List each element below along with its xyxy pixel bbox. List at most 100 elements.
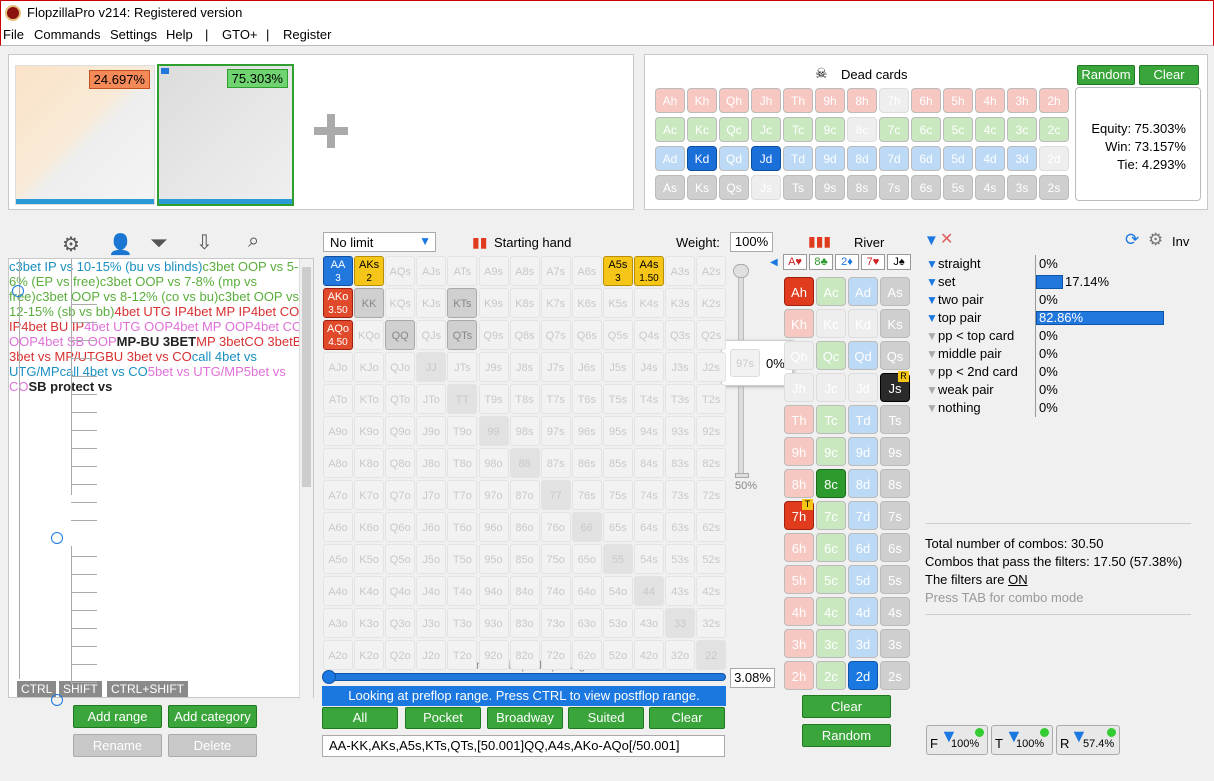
hand-cell-k6s[interactable]: K6s: [571, 288, 602, 318]
dead-card-jc[interactable]: Jc: [751, 117, 781, 142]
range-slider-handle[interactable]: [322, 670, 336, 684]
board-card-2[interactable]: 2♦: [835, 254, 859, 270]
dead-card-jd[interactable]: Jd: [751, 146, 781, 171]
tree-toggle-icon[interactable]: [12, 285, 24, 297]
hand-cell-q6o[interactable]: Q6o: [385, 512, 416, 542]
hand-cell-43o[interactable]: 43o: [634, 608, 664, 638]
tree-item[interactable]: c3bet IP vs 10-15% (bu vs blinds): [9, 259, 202, 274]
hand-cell-98s[interactable]: 98s: [509, 416, 540, 446]
hand-cell-64o[interactable]: 64o: [571, 576, 602, 606]
hand-cell-97o[interactable]: 97o: [478, 480, 509, 510]
hand-cell-q9o[interactable]: Q9o: [385, 416, 416, 446]
hand-cell-j6o[interactable]: J6o: [416, 512, 447, 542]
hand-cell-93s[interactable]: 93s: [665, 416, 696, 446]
hand-cell-74s[interactable]: 74s: [634, 480, 664, 510]
hand-cell-t3s[interactable]: T3s: [665, 384, 696, 414]
hand-cell-98o[interactable]: 98o: [478, 448, 509, 478]
dead-card-ks[interactable]: Ks: [687, 175, 717, 200]
hand-cell-85s[interactable]: 85s: [602, 448, 633, 478]
hand-cell-qq[interactable]: QQ: [385, 320, 416, 350]
board-select-card-ts[interactable]: Ts: [880, 405, 910, 434]
tree-item[interactable]: MP 3bet: [196, 334, 244, 349]
hand-cell-aqs[interactable]: AQs: [385, 256, 416, 286]
board-select-card-6h[interactable]: 6h: [784, 533, 814, 562]
hand-cell-k2s[interactable]: K2s: [696, 288, 727, 318]
hand-cell-k7s[interactable]: K7s: [540, 288, 571, 318]
select-broadway-button[interactable]: Broadway: [487, 707, 563, 729]
dead-card-6s[interactable]: 6s: [911, 175, 941, 200]
board-select-card-ah[interactable]: Ah: [784, 277, 814, 306]
board-select-card-9s[interactable]: 9s: [880, 437, 910, 466]
hand-cell-qto[interactable]: QTo: [385, 384, 416, 414]
hand-cell-ajs[interactable]: AJs: [416, 256, 447, 286]
hand-cell-95s[interactable]: 95s: [602, 416, 633, 446]
dead-card-9d[interactable]: 9d: [815, 146, 845, 171]
dead-card-9c[interactable]: 9c: [815, 117, 845, 142]
import-icon[interactable]: ⇩: [196, 230, 213, 255]
dead-card-8h[interactable]: 8h: [847, 88, 877, 113]
add-range-button[interactable]: Add range: [73, 705, 162, 728]
hand-cell-a5o[interactable]: A5o: [323, 544, 353, 574]
hand-cell-83s[interactable]: 83s: [665, 448, 696, 478]
hand-cell-kjs[interactable]: KJs: [416, 288, 447, 318]
hand-cell-83o[interactable]: 83o: [509, 608, 540, 638]
dead-card-ad[interactable]: Ad: [655, 146, 685, 171]
hand-cell-t9s[interactable]: T9s: [478, 384, 509, 414]
hand-cell-a9o[interactable]: A9o: [323, 416, 353, 446]
hand-cell-82o[interactable]: 82o: [509, 640, 540, 670]
hand-cell-q5s[interactable]: Q5s: [602, 320, 633, 350]
filter-icon[interactable]: ▼: [924, 232, 939, 249]
board-select-card-6s[interactable]: 6s: [880, 533, 910, 562]
board-random-button[interactable]: Random: [802, 724, 891, 747]
hand-cell-63s[interactable]: 63s: [665, 512, 696, 542]
dead-card-3d[interactable]: 3d: [1007, 146, 1037, 171]
board-select-card-qh[interactable]: Qh: [784, 341, 814, 370]
hand-filter-icon[interactable]: ▼: [926, 347, 938, 361]
hand-category-name[interactable]: straight: [938, 256, 981, 271]
rename-button[interactable]: Rename: [73, 734, 162, 757]
board-select-card-3c[interactable]: 3c: [816, 629, 846, 658]
board-select-card-9c[interactable]: 9c: [816, 437, 846, 466]
hand-cell-kts[interactable]: KTs: [447, 288, 478, 318]
dead-card-qh[interactable]: Qh: [719, 88, 749, 113]
hand-cell-74o[interactable]: 74o: [540, 576, 571, 606]
hand-cell-t2o[interactable]: T2o: [447, 640, 478, 670]
hand-cell-86s[interactable]: 86s: [571, 448, 602, 478]
dead-card-2c[interactable]: 2c: [1039, 117, 1069, 142]
board-select-card-as[interactable]: As: [880, 277, 910, 306]
tree-item[interactable]: 4bet MP IP: [187, 304, 251, 319]
dead-card-5d[interactable]: 5d: [943, 146, 973, 171]
hand-cell-k5o[interactable]: K5o: [354, 544, 385, 574]
hand-cell-j9o[interactable]: J9o: [416, 416, 447, 446]
select-all-button[interactable]: All: [322, 707, 398, 729]
hand-cell-a5s[interactable]: A5s 3: [602, 256, 633, 286]
delete-button[interactable]: Delete: [168, 734, 257, 757]
tree-item[interactable]: 4bet SB OOP: [38, 334, 117, 349]
hand-cell-kqo[interactable]: KQo: [354, 320, 385, 350]
board-select-card-4h[interactable]: 4h: [784, 597, 814, 626]
tree-toggle-icon[interactable]: [51, 532, 63, 544]
board-select-card-8h[interactable]: 8h: [784, 469, 814, 498]
dead-card-as[interactable]: As: [655, 175, 685, 200]
hand-cell-a6s[interactable]: A6s: [571, 256, 602, 286]
hand-cell-j7o[interactable]: J7o: [416, 480, 447, 510]
hand-category-name[interactable]: middle pair: [938, 346, 1002, 361]
hand-cell-72o[interactable]: 72o: [540, 640, 571, 670]
board-select-card-6d[interactable]: 6d: [848, 533, 878, 562]
hand-cell-65o[interactable]: 65o: [571, 544, 602, 574]
hand-cell-t5s[interactable]: T5s: [602, 384, 633, 414]
hand-cell-k4o[interactable]: K4o: [354, 576, 385, 606]
dead-card-ac[interactable]: Ac: [655, 117, 685, 142]
board-select-card-ad[interactable]: Ad: [848, 277, 878, 306]
board-select-card-3d[interactable]: 3d: [848, 629, 878, 658]
menu-gto[interactable]: GTO+: [222, 27, 258, 42]
hand-cell-42s[interactable]: 42s: [696, 576, 727, 606]
dead-card-kc[interactable]: Kc: [687, 117, 717, 142]
hand-cell-j5s[interactable]: J5s: [602, 352, 633, 382]
board-select-card-5c[interactable]: 5c: [816, 565, 846, 594]
hand-cell-kjo[interactable]: KJo: [354, 352, 385, 382]
dead-card-8c[interactable]: 8c: [847, 117, 877, 142]
weight-input[interactable]: 100%: [730, 232, 773, 252]
hand-cell-64s[interactable]: 64s: [634, 512, 664, 542]
dead-card-8d[interactable]: 8d: [847, 146, 877, 171]
